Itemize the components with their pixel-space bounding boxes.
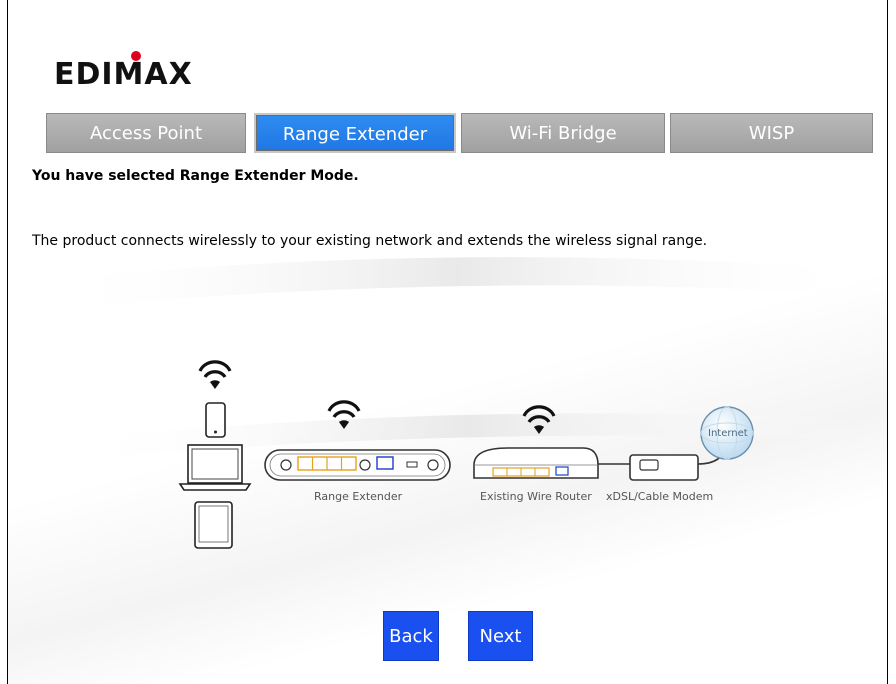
tab-range-extender[interactable]: Range Extender: [254, 113, 456, 153]
internet-label: Internet: [708, 428, 748, 439]
router-label: Existing Wire Router: [480, 490, 592, 503]
tab-access-point[interactable]: Access Point: [46, 113, 246, 153]
tab-wifi-bridge[interactable]: Wi-Fi Bridge: [461, 113, 665, 153]
mode-description: The product connects wirelessly to your …: [32, 233, 708, 249]
mode-title: You have selected Range Extender Mode.: [32, 168, 359, 184]
range-extender-label: Range Extender: [314, 490, 403, 503]
back-button[interactable]: Back: [383, 611, 439, 661]
logo-wordmark: EDIMAX: [54, 57, 193, 90]
range-extender-diagram: Range Extender Existing Wire Router xDSL…: [8, 250, 887, 570]
next-button[interactable]: Next: [468, 611, 533, 661]
range-extender-device: [264, 449, 451, 481]
modem-label: xDSL/Cable Modem: [606, 490, 714, 503]
background-swoosh-top: [48, 257, 868, 310]
mode-tabs: Access Point Range Extender Wi-Fi Bridge…: [46, 113, 873, 153]
tablet-icon: [194, 501, 233, 549]
edimax-logo: EDIMAX: [54, 51, 193, 90]
wizard-panel: EDIMAX Access Point Range Extender Wi-Fi…: [8, 0, 887, 684]
laptop-icon: [178, 444, 252, 491]
window-border-right: [887, 0, 888, 684]
tab-wisp[interactable]: WISP: [670, 113, 873, 153]
router-device: [473, 447, 599, 479]
modem-device: [629, 454, 699, 481]
wifi-icon: [198, 360, 232, 389]
diagram-graphic: [48, 257, 868, 549]
